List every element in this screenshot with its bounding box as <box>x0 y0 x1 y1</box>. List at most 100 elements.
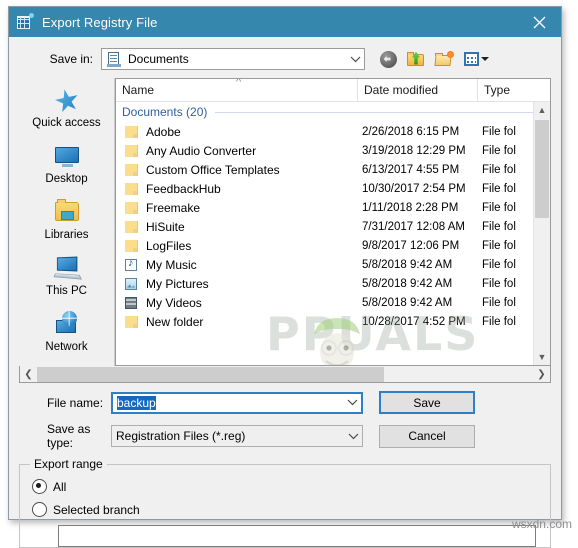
type-cell: File fol <box>482 144 516 157</box>
folder-icon <box>124 201 140 215</box>
folder-icon <box>124 125 140 139</box>
sidebar-item-this-pc[interactable]: This PC <box>21 252 113 308</box>
table-row[interactable]: HiSuite 7/31/2017 12:08 AM File fol <box>116 217 550 236</box>
file-name-cell: Adobe <box>116 125 358 139</box>
sidebar-item-network[interactable]: Network <box>21 308 113 364</box>
save-as-type-row: Save as type: Registration Files (*.reg)… <box>9 422 561 450</box>
up-one-level-icon[interactable] <box>405 48 427 70</box>
folder-icon <box>124 315 140 329</box>
column-header-date-modified[interactable]: Date modified <box>358 79 478 101</box>
type-cell: File fol <box>482 220 516 233</box>
file-name-cell: HiSuite <box>116 220 358 234</box>
window-title: Export Registry File <box>42 14 158 30</box>
file-name-row: File name: backup Save <box>9 391 561 414</box>
libraries-icon <box>51 198 83 228</box>
table-row[interactable]: Custom Office Templates 6/13/2017 4:55 PM… <box>116 160 550 179</box>
folder-icon <box>124 220 140 234</box>
file-name-text: HiSuite <box>146 219 185 234</box>
group-header: Documents (20) <box>116 102 550 122</box>
file-rows-container: Documents (20) Adobe 2/26/2018 6:15 PM Fil… <box>116 102 550 365</box>
date-modified-cell: 10/30/2017 2:54 PM <box>362 182 466 195</box>
table-row[interactable]: My Videos 5/8/2018 9:42 AM File fol <box>116 293 550 312</box>
table-row[interactable]: New folder 10/28/2017 4:52 PM File fol <box>116 312 550 331</box>
table-row[interactable]: Adobe 2/26/2018 6:15 PM File fol <box>116 122 550 141</box>
date-modified-cell: 6/13/2017 4:55 PM <box>362 163 460 176</box>
file-name-text: Custom Office Templates <box>146 162 280 177</box>
save-in-row: Save in: Documents <box>9 37 561 78</box>
save-as-type-combobox[interactable]: Registration Files (*.reg) <box>111 425 363 447</box>
file-name-cell: My Videos <box>116 296 358 310</box>
file-name-text: Adobe <box>146 124 181 139</box>
radio-all-indicator[interactable] <box>32 479 47 494</box>
videos-folder-icon <box>124 296 140 310</box>
vertical-scrollbar-thumb[interactable] <box>535 120 549 218</box>
type-cell: File fol <box>482 296 516 309</box>
scroll-left-icon[interactable]: ❮ <box>20 369 37 380</box>
column-header-name[interactable]: Name ^ <box>116 79 358 101</box>
file-name-text: My Music <box>146 257 197 272</box>
save-in-combobox[interactable]: Documents <box>101 48 365 70</box>
table-row[interactable]: LogFiles 9/8/2017 12:06 PM File fol <box>116 236 550 255</box>
table-row[interactable]: Any Audio Converter 3/19/2018 12:29 PM Fil… <box>116 141 550 160</box>
horizontal-scrollbar-thumb[interactable] <box>37 366 385 382</box>
table-row[interactable]: My Music 5/8/2018 9:42 AM File fol <box>116 255 550 274</box>
type-cell: File fol <box>482 277 516 290</box>
date-modified-cell: 7/31/2017 12:08 AM <box>362 220 465 233</box>
monitor-icon <box>51 142 83 172</box>
radio-selected-branch-indicator[interactable] <box>32 502 47 517</box>
back-icon[interactable] <box>377 48 399 70</box>
radio-all-label: All <box>53 479 67 494</box>
file-name-text: Any Audio Converter <box>146 143 257 158</box>
file-name-text: My Pictures <box>146 276 209 291</box>
file-name-cell: My Music <box>116 258 358 272</box>
file-name-text: Freemake <box>146 200 201 215</box>
chevron-down-icon[interactable] <box>346 56 364 63</box>
sidebar-item-desktop[interactable]: Desktop <box>21 140 113 196</box>
star-icon <box>51 86 83 116</box>
sidebar-item-quick-access[interactable]: Quick access <box>21 84 113 140</box>
chevron-down-icon[interactable] <box>343 399 361 406</box>
save-button[interactable]: Save <box>379 391 475 414</box>
save-in-label: Save in: <box>49 52 93 66</box>
file-name-cell: My Pictures <box>116 277 358 291</box>
scroll-right-icon[interactable]: ❯ <box>533 369 550 380</box>
table-row[interactable]: My Pictures 5/8/2018 9:42 AM File fol <box>116 274 550 293</box>
registry-editor-icon <box>17 13 34 30</box>
file-rows: Adobe 2/26/2018 6:15 PM File fol Any Audio … <box>116 122 550 331</box>
vertical-scrollbar[interactable]: ▲ ▼ <box>533 102 550 365</box>
file-name-cell: Freemake <box>116 201 358 215</box>
selected-branch-input[interactable] <box>58 525 536 547</box>
sidebar-item-label: Quick access <box>32 117 101 129</box>
scroll-down-icon[interactable]: ▼ <box>534 349 550 365</box>
type-cell: File fol <box>482 258 516 271</box>
file-name-text: New folder <box>146 314 204 329</box>
type-cell: File fol <box>482 125 516 138</box>
date-modified-cell: 9/8/2017 12:06 PM <box>362 239 460 252</box>
type-cell: File fol <box>482 239 516 252</box>
views-icon[interactable] <box>461 48 491 70</box>
table-row[interactable]: Freemake 1/11/2018 2:28 PM File fol <box>116 198 550 217</box>
sidebar-item-label: Desktop <box>45 173 88 185</box>
radio-all[interactable]: All <box>32 479 550 494</box>
title-bar: Export Registry File <box>9 7 561 37</box>
horizontal-scrollbar-track[interactable] <box>37 366 533 382</box>
radio-selected-branch[interactable]: Selected branch <box>32 502 550 517</box>
column-header-type[interactable]: Type <box>478 79 540 101</box>
table-row[interactable]: FeedbackHub 10/30/2017 2:54 PM File fol <box>116 179 550 198</box>
network-globe-icon <box>51 310 83 340</box>
close-icon[interactable] <box>517 7 561 37</box>
file-name-input[interactable]: backup <box>111 391 363 414</box>
horizontal-scrollbar[interactable]: ❮ ❯ <box>19 366 551 383</box>
sidebar-item-libraries[interactable]: Libraries <box>21 196 113 252</box>
scroll-up-icon[interactable]: ▲ <box>534 102 550 118</box>
date-modified-cell: 5/8/2018 9:42 AM <box>362 277 453 290</box>
save-in-value: Documents <box>128 52 189 66</box>
new-folder-icon[interactable] <box>433 48 455 70</box>
group-divider <box>215 111 542 113</box>
file-name-cell: Any Audio Converter <box>116 144 358 158</box>
wsxdn-watermark: wsxdn.com <box>511 517 572 531</box>
chevron-down-icon[interactable] <box>344 433 362 440</box>
navigation-toolbar <box>377 48 491 70</box>
type-cell: File fol <box>482 201 516 214</box>
cancel-button[interactable]: Cancel <box>379 424 475 448</box>
